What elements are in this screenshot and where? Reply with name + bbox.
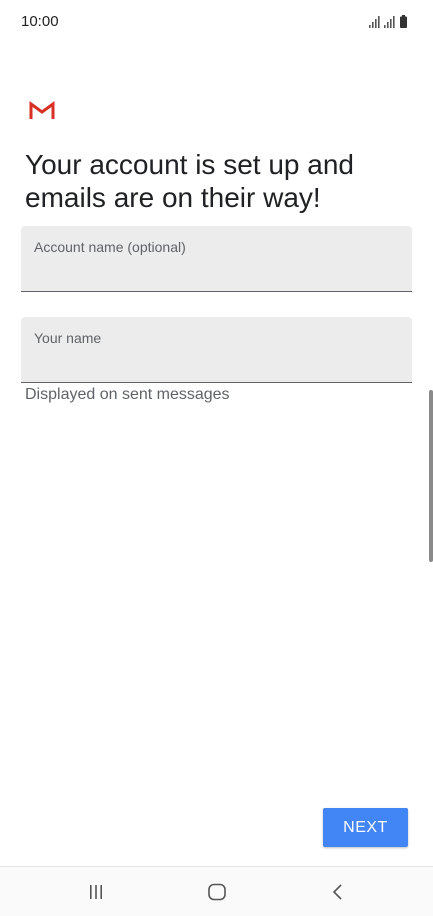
signal-icon (369, 16, 380, 28)
recent-apps-icon (90, 885, 102, 899)
signal-icon (384, 16, 395, 28)
status-bar: 10:00 (0, 0, 433, 44)
recent-apps-button[interactable] (61, 867, 131, 916)
account-name-input[interactable] (33, 263, 400, 285)
gmail-logo-icon (29, 101, 55, 121)
home-icon (208, 883, 226, 901)
status-icons (369, 14, 413, 30)
your-name-input[interactable] (33, 354, 400, 376)
back-icon (332, 884, 342, 900)
account-name-field[interactable]: Account name (optional) (21, 226, 412, 292)
status-time: 10:00 (21, 13, 59, 30)
account-name-label: Account name (optional) (34, 239, 186, 255)
scroll-indicator[interactable] (429, 390, 433, 562)
your-name-helper-text: Displayed on sent messages (25, 386, 230, 403)
navigation-bar (0, 866, 433, 916)
screen: 10:00 Your account is set up and emails … (0, 0, 433, 916)
next-button[interactable]: NEXT (323, 808, 408, 847)
your-name-field[interactable]: Your name (21, 317, 412, 383)
battery-icon (400, 15, 407, 28)
back-button[interactable] (303, 867, 373, 916)
home-button[interactable] (182, 867, 252, 916)
page-title: Your account is set up and emails are on… (25, 149, 354, 213)
your-name-label: Your name (34, 330, 102, 346)
